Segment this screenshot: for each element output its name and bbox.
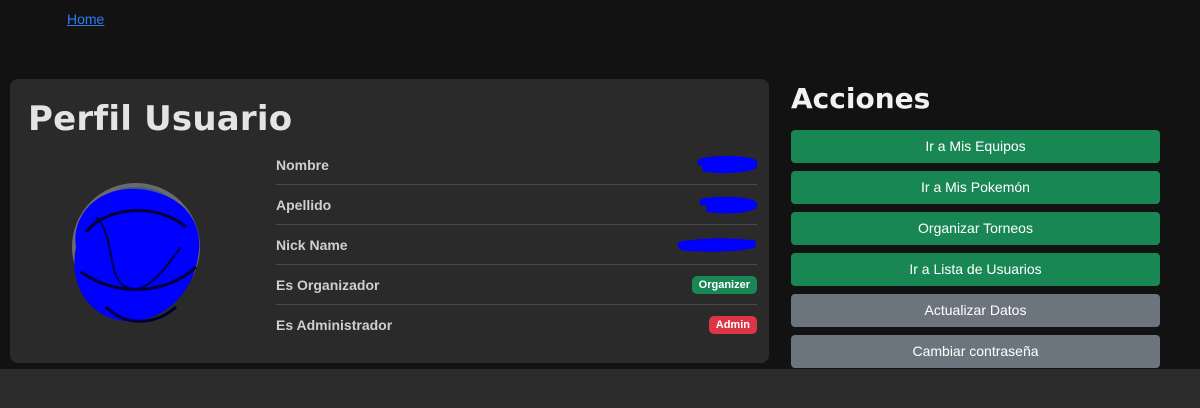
my-pokemon-button[interactable]: Ir a Mis Pokemón — [791, 171, 1160, 204]
avatar — [66, 177, 206, 327]
field-row-organizador: Es Organizador Organizer — [276, 265, 757, 305]
actions-panel: Ir a Mis Equipos Ir a Mis Pokemón Organi… — [791, 130, 1160, 376]
actions-title: Acciones — [791, 82, 931, 115]
organize-tournaments-button[interactable]: Organizar Torneos — [791, 212, 1160, 245]
field-label: Nick Name — [276, 236, 348, 253]
change-password-button[interactable]: Cambiar contraseña — [791, 335, 1160, 368]
field-label: Apellido — [276, 196, 332, 213]
home-link[interactable]: Home — [67, 11, 104, 27]
profile-info-table: Nombre Apellido Nick Name Es Organizador… — [276, 145, 757, 345]
field-label: Es Organizador — [276, 276, 380, 293]
my-teams-button[interactable]: Ir a Mis Equipos — [791, 130, 1160, 163]
field-row-nickname: Nick Name — [276, 225, 757, 265]
profile-card: Perfil Usuario Nombre Apellido Nick Name — [10, 79, 769, 363]
field-row-nombre: Nombre — [276, 145, 757, 185]
page-title: Perfil Usuario — [28, 99, 293, 139]
field-row-apellido: Apellido — [276, 185, 757, 225]
organizer-badge: Organizer — [691, 275, 757, 294]
footer — [0, 369, 1200, 408]
field-row-administrador: Es Administrador Admin — [276, 305, 757, 345]
user-list-button[interactable]: Ir a Lista de Usuarios — [791, 253, 1160, 286]
redaction-mark — [677, 237, 756, 252]
field-label: Es Administrador — [276, 317, 393, 333]
admin-badge: Admin — [708, 316, 757, 334]
redaction-mark — [699, 196, 757, 213]
update-data-button[interactable]: Actualizar Datos — [791, 294, 1160, 327]
field-label: Nombre — [276, 156, 329, 173]
redaction-mark — [697, 155, 757, 173]
